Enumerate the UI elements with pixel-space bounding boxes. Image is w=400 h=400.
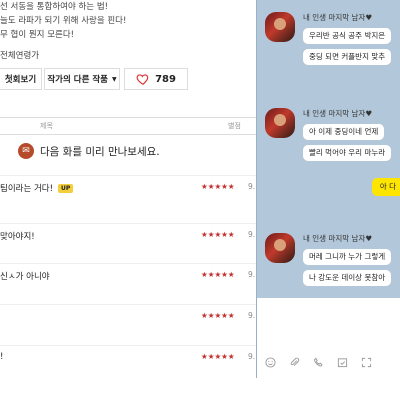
- phone-icon[interactable]: [313, 357, 324, 368]
- star-rating: ★★★★★: [201, 230, 235, 239]
- star-rating: ★★★★★: [201, 311, 235, 320]
- episode-title: 팀이라는 거다!: [0, 184, 54, 194]
- like-button[interactable]: 789: [124, 68, 188, 90]
- column-title: 제목: [40, 122, 53, 130]
- emoji-icon[interactable]: [265, 357, 276, 368]
- message-bubble[interactable]: 머레 그니까 누가 그렇게: [303, 249, 392, 265]
- summary-line: 무 협이 뭔지 모른다!: [0, 30, 75, 40]
- rating-value: 9.: [248, 270, 256, 279]
- star-rating: ★★★★★: [201, 352, 235, 361]
- my-message-bubble[interactable]: 아 다: [371, 178, 400, 196]
- preview-banner[interactable]: ✉ 다음 화를 미리 만나보세요.: [18, 143, 160, 159]
- other-works-label: 작가의 다른 작품: [47, 75, 109, 85]
- message-group: 내 인생 마지막 남자♥ 아 이제 중딩이네 언제 빨리 먹어야 우리 마누라: [265, 108, 400, 178]
- chevron-down-icon: ▼: [112, 75, 117, 83]
- sender-name: 내 인생 마지막 남자♥: [303, 109, 373, 118]
- message-bubble[interactable]: 우리반 공식 공주 박지은: [303, 28, 392, 44]
- star-rating: ★★★★★: [201, 182, 235, 191]
- message-bubble[interactable]: 빨리 먹어야 우리 마누라: [303, 145, 392, 161]
- sender-name: 내 인생 마지막 남자♥: [303, 234, 373, 243]
- calendar-check-icon[interactable]: [337, 357, 348, 368]
- message-group: 내 인생 마지막 남자♥ 머레 그니까 누가 그렇게 나 강도운 데이상 못참아: [265, 233, 400, 293]
- age-rating: 전체연령가: [0, 51, 40, 61]
- first-episode-button[interactable]: 첫회보기: [0, 68, 42, 90]
- rating-value: 9.: [248, 230, 256, 239]
- input-toolbar: [265, 357, 372, 368]
- attach-icon[interactable]: [289, 357, 300, 368]
- sender-name: 내 인생 마지막 남자♥: [303, 13, 373, 22]
- rating-value: 9.: [248, 182, 256, 191]
- gift-icon: ✉: [18, 143, 34, 159]
- avatar[interactable]: [265, 233, 295, 263]
- summary-line: 선 서동을 통합하여야 하는 법!: [0, 2, 109, 12]
- expand-icon[interactable]: [361, 357, 372, 368]
- episode-title: !: [0, 352, 4, 362]
- star-rating: ★★★★★: [201, 270, 235, 279]
- like-count: 789: [155, 73, 176, 85]
- episode-title-wrap: 팀이라는 거다! UP: [0, 182, 74, 194]
- avatar[interactable]: [265, 108, 295, 138]
- work-summary: 선 서동을 통합하여야 하는 법! 늘도 라파가 되기 위해 사랑을 핀다! 무…: [0, 0, 126, 42]
- avatar[interactable]: [265, 12, 295, 42]
- message-input-area[interactable]: [257, 298, 400, 378]
- heart-icon: [136, 74, 149, 85]
- column-rating: 별점: [228, 122, 241, 130]
- other-works-dropdown[interactable]: 작가의 다른 작품 ▼: [44, 68, 120, 90]
- message-group: 내 인생 마지막 남자♥ 우리반 공식 공주 박지은 중딩 되면 커플반지 맞추: [265, 12, 400, 82]
- preview-text: 다음 화를 미리 만나보세요.: [40, 145, 160, 158]
- episode-title: 맞아야지!: [0, 232, 35, 242]
- chat-window: 내 인생 마지막 남자♥ 우리반 공식 공주 박지은 중딩 되면 커플반지 맞추…: [256, 0, 400, 378]
- summary-line: 늘도 라파가 되기 위해 사랑을 핀다!: [0, 16, 127, 26]
- message-bubble[interactable]: 나 강도운 데이상 못참아: [303, 270, 392, 286]
- message-bubble[interactable]: 아 이제 중딩이네 언제: [303, 124, 385, 140]
- rating-value: 9.: [248, 352, 256, 361]
- up-badge: UP: [58, 183, 74, 193]
- rating-value: 9.: [248, 311, 256, 320]
- message-bubble[interactable]: 중딩 되면 커플반지 맞추: [303, 49, 392, 65]
- episode-title: 신ㅅ가 아니야: [0, 272, 50, 282]
